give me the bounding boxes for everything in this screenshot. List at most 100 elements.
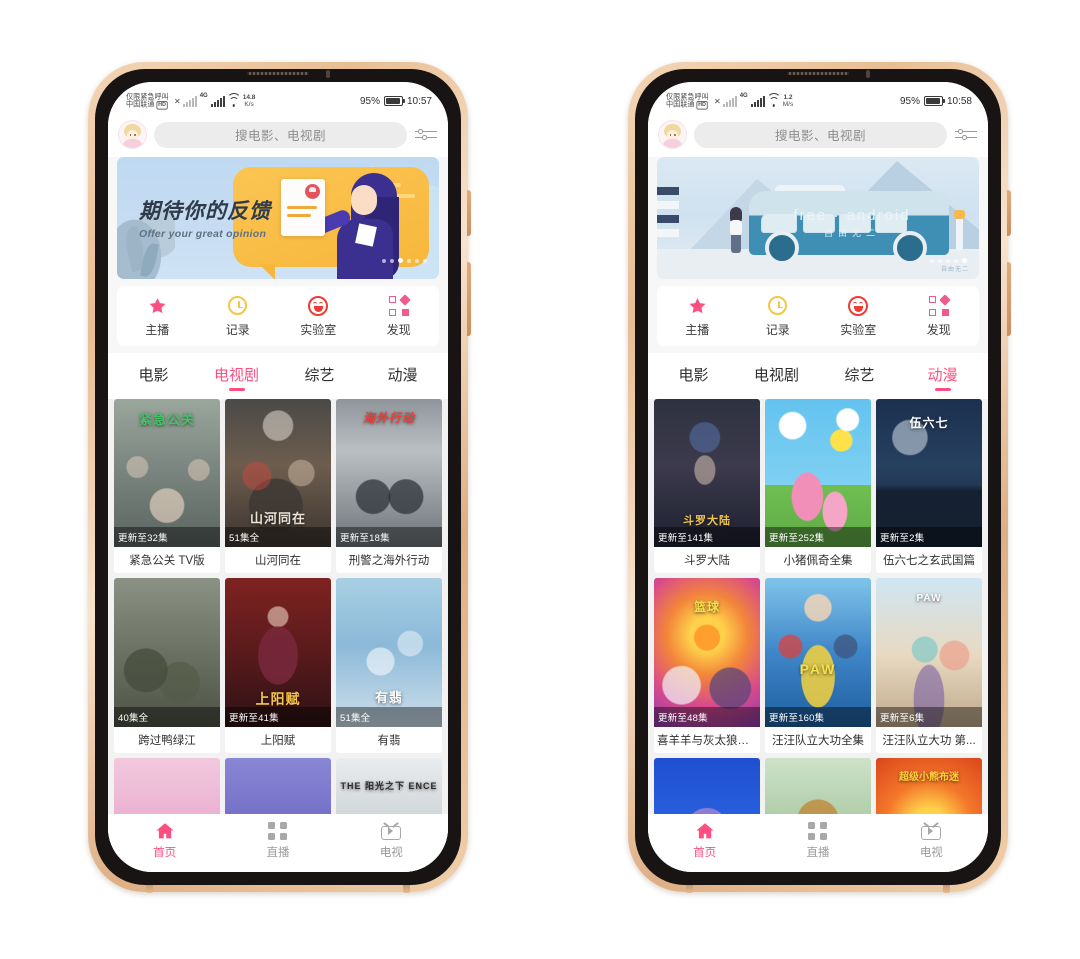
media-card[interactable]: 40集全 跨过鸭绿江: [114, 578, 220, 753]
media-title-text: 跨过鸭绿江: [138, 734, 196, 747]
signal-bars-sim1-icon: [182, 95, 197, 107]
tab-movies[interactable]: 电影: [652, 364, 735, 391]
poster-overlay-title: THE 阳光之下 ENCE: [340, 780, 438, 791]
tv-icon: [380, 822, 402, 840]
nav-item-home[interactable]: 首页: [648, 822, 761, 860]
quick-actions-bar: 主播 记录 实验室 发现: [117, 286, 439, 346]
banner-pagination-dots[interactable]: [930, 258, 967, 263]
episode-badge: 51集全: [225, 527, 331, 548]
nav-item-live[interactable]: 直播: [761, 822, 874, 860]
quick-action-label: 发现: [926, 323, 951, 337]
clock-icon: [228, 296, 248, 315]
quick-action-host[interactable]: 主播: [657, 295, 738, 338]
poster-overlay-title: 有翡: [374, 690, 403, 706]
star-icon: [147, 296, 168, 316]
tab-variety[interactable]: 综艺: [278, 364, 361, 391]
power-button[interactable]: [1007, 262, 1011, 336]
media-title-text: 有翡: [377, 734, 401, 747]
nav-label: 首页: [693, 847, 717, 859]
banner-person-illustration: [729, 207, 743, 253]
network-speed: 1.2 M/s: [783, 94, 793, 108]
episode-badge: 更新至6集: [876, 706, 982, 727]
media-title: 斗罗大陆: [654, 547, 760, 573]
media-card[interactable]: 海外行动 更新至18集 刑警之海外行动: [336, 399, 442, 574]
content-grid: 紧急公关 更新至32集 紧急公关 TV版 山河同在 51集全 山河同在 海外行动…: [108, 399, 448, 872]
network-type-label: 4G: [739, 92, 748, 99]
poster-thumbnail: 上阳赋 更新至41集: [225, 578, 331, 727]
quick-action-lab[interactable]: 实验室: [278, 295, 359, 338]
signal-bars-sim1-icon: [722, 95, 737, 107]
media-title-text: 山河同在: [255, 555, 301, 568]
banner-pagination-dots[interactable]: [382, 258, 427, 263]
avatar[interactable]: [658, 120, 687, 149]
category-tabs: 电影 电视剧 综艺 动漫: [648, 353, 988, 399]
media-title-text: 汪汪队立大功 第...: [882, 734, 976, 747]
media-card[interactable]: 紧急公关 更新至32集 紧急公关 TV版: [114, 399, 220, 574]
nav-label: 直播: [266, 847, 290, 859]
volume-button[interactable]: [467, 190, 471, 236]
media-card[interactable]: PAW 更新至160集 汪汪队立大功全集: [765, 578, 871, 753]
volume-button[interactable]: [1007, 190, 1011, 236]
episode-badge: 40集全: [114, 706, 220, 727]
media-card[interactable]: 篮球 更新至48集 喜羊羊与灰太狼之...: [654, 578, 760, 753]
avatar[interactable]: [118, 120, 147, 149]
search-input[interactable]: 搜电影、电视剧: [154, 121, 407, 148]
carrier-name-label: 中国联通: [126, 100, 155, 109]
media-title-text: 上阳赋: [260, 734, 296, 747]
screenshot-canvas: 仅限紧急呼叫 中国联通 HD ✕ 4G 14.8 K/s 95% 10:57 搜…: [0, 0, 1080, 959]
media-card[interactable]: 伍六七 更新至2集 伍六七之玄武国篇: [876, 399, 982, 574]
quick-action-history[interactable]: 记录: [738, 295, 819, 338]
nav-item-tv[interactable]: 电视: [875, 822, 988, 860]
tiles-icon: [268, 822, 288, 840]
quick-action-label: 主播: [685, 323, 710, 337]
tab-anime[interactable]: 动漫: [361, 364, 444, 391]
media-card[interactable]: 有翡 51集全 有翡: [336, 578, 442, 753]
tiles-icon: [808, 822, 828, 840]
tab-tv-series[interactable]: 电视剧: [735, 364, 818, 391]
media-card[interactable]: 更新至252集 小猪佩奇全集: [765, 399, 871, 574]
star-icon: [687, 296, 708, 316]
media-title: 汪汪队立大功全集: [765, 727, 871, 753]
episode-badge: 更新至252集: [765, 527, 871, 548]
nav-item-home[interactable]: 首页: [108, 822, 221, 860]
media-card[interactable]: PAW 更新至6集 汪汪队立大功 第...: [876, 578, 982, 753]
quick-action-host[interactable]: 主播: [117, 295, 198, 338]
media-card[interactable]: 上阳赋 更新至41集 上阳赋: [225, 578, 331, 753]
quick-action-lab[interactable]: 实验室: [818, 295, 899, 338]
banner-lighthouse-decor: [954, 210, 965, 251]
network-speed-unit: M/s: [782, 101, 794, 108]
media-title: 跨过鸭绿江: [114, 727, 220, 753]
poster-thumbnail: 海外行动 更新至18集: [336, 399, 442, 548]
episode-badge: 更新至32集: [114, 527, 220, 548]
tab-tv-series[interactable]: 电视剧: [195, 364, 278, 391]
status-bar: 仅限紧急呼叫 中国联通 HD ✕ 4G 14.8 K/s 95% 10:57: [108, 82, 448, 116]
quick-action-label: 主播: [145, 323, 170, 337]
quick-action-discover[interactable]: 发现: [359, 293, 440, 338]
nav-item-live[interactable]: 直播: [221, 822, 334, 860]
clock-label: 10:58: [946, 95, 972, 107]
settings-sliders-icon[interactable]: [414, 124, 438, 146]
carrier-name-label: 中国联通: [666, 100, 695, 109]
tab-anime[interactable]: 动漫: [901, 364, 984, 391]
media-card[interactable]: 斗罗大陆 更新至141集 斗罗大陆: [654, 399, 760, 574]
promo-banner[interactable]: 期待你的反馈 Offer your great opinion: [117, 157, 439, 279]
promo-banner[interactable]: free · android 自由无二 自由无二: [657, 157, 979, 279]
tab-variety[interactable]: 综艺: [818, 364, 901, 391]
tab-movies[interactable]: 电影: [112, 364, 195, 391]
media-card[interactable]: 山河同在 51集全 山河同在: [225, 399, 331, 574]
nav-item-tv[interactable]: 电视: [335, 822, 448, 860]
network-type-label: 4G: [199, 92, 208, 99]
poster-overlay-title: 超级小熊布迷: [899, 772, 959, 784]
clock-icon: [768, 296, 788, 315]
search-input[interactable]: 搜电影、电视剧: [694, 121, 947, 148]
quick-action-discover[interactable]: 发现: [899, 293, 980, 338]
app-header: 搜电影、电视剧: [108, 116, 448, 157]
poster-thumbnail: 山河同在 51集全: [225, 399, 331, 548]
quick-action-history[interactable]: 记录: [198, 295, 279, 338]
grid-diamond-icon: [388, 293, 411, 316]
sim-unavailable-icon: ✕: [714, 96, 721, 106]
settings-sliders-icon[interactable]: [954, 124, 978, 146]
network-speed: 14.8 K/s: [243, 94, 256, 108]
power-button[interactable]: [467, 262, 471, 336]
media-title: 小猪佩奇全集: [765, 547, 871, 573]
